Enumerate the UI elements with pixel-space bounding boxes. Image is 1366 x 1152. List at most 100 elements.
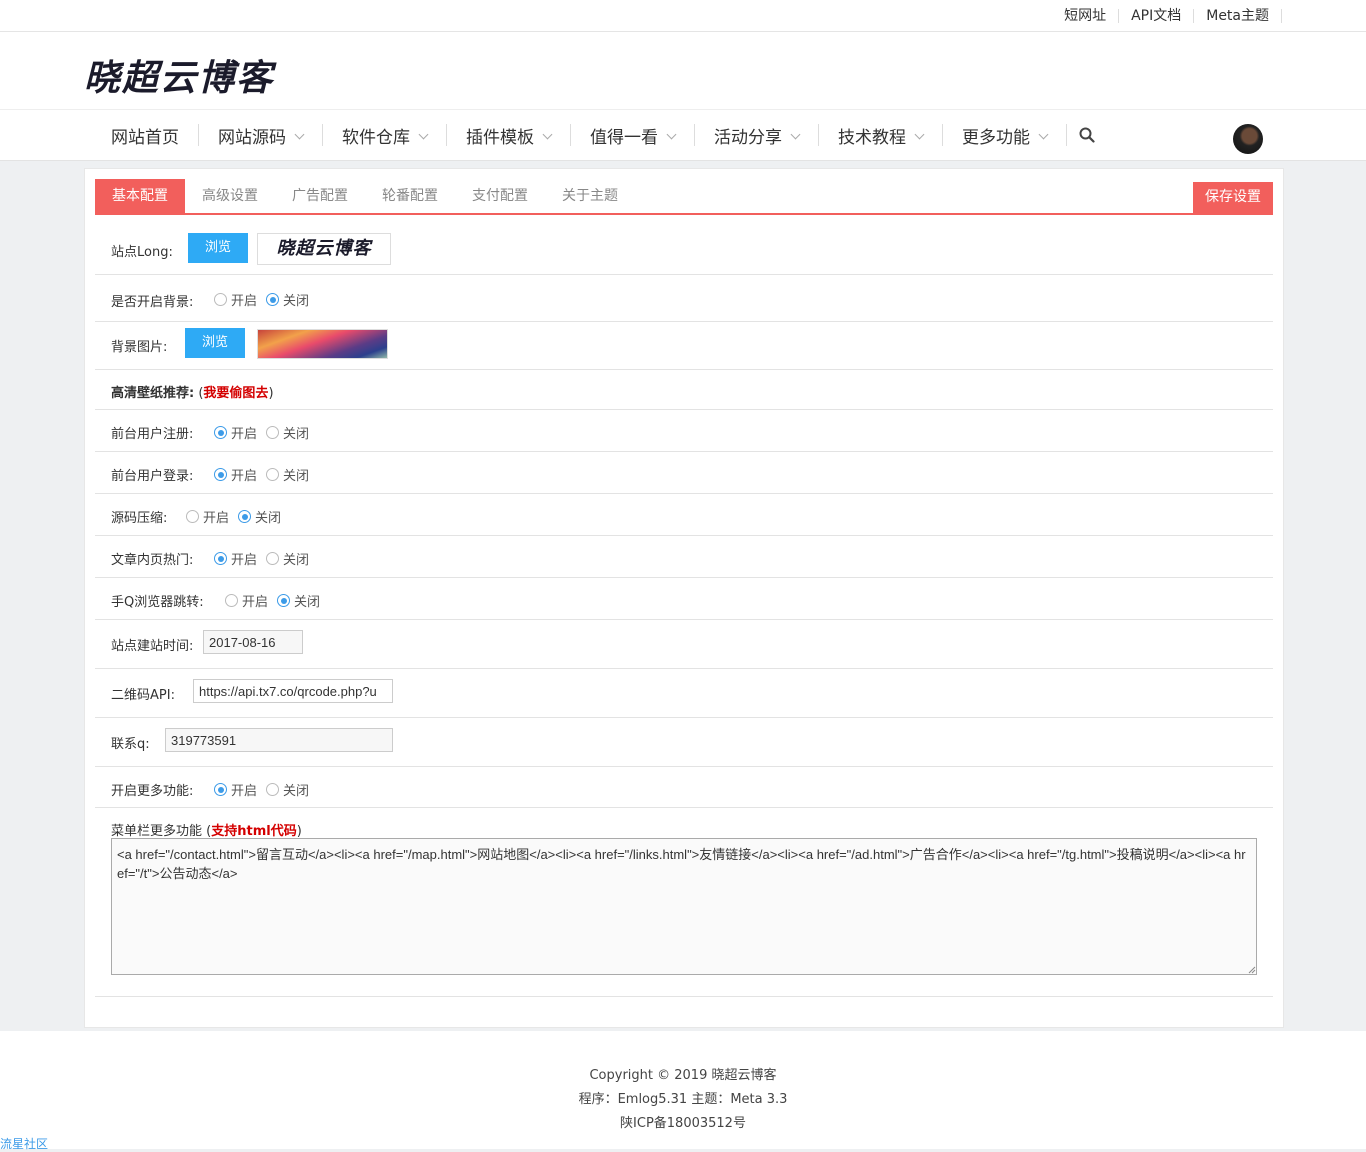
- more-features-off-option[interactable]: 关闭: [266, 780, 309, 799]
- logo-label: 站点Long:: [111, 245, 173, 260]
- option-label: 开启: [231, 784, 258, 799]
- logo-preview-image: 晓超云博客: [257, 233, 391, 265]
- qr-api-label: 二维码API:: [111, 688, 175, 703]
- option-label: 开启: [242, 595, 269, 610]
- login-off-option[interactable]: 关闭: [266, 465, 309, 484]
- bg-enable-on-option[interactable]: 开启: [214, 290, 257, 309]
- logo-row: 站点Long: 浏览 晓超云博客: [95, 215, 1273, 275]
- wallpaper-link[interactable]: 我要偷图去: [203, 386, 268, 401]
- top-link-short-url[interactable]: 短网址: [1052, 8, 1120, 23]
- html-support-note: 支持html代码: [211, 824, 297, 839]
- logo-browse-button[interactable]: 浏览: [188, 233, 248, 263]
- settings-tabs: 基本配置 高级设置 广告配置 轮番配置 支付配置 关于主题 保存设置: [95, 179, 1273, 215]
- nav-item-plugins[interactable]: 插件模板: [447, 124, 571, 148]
- radio-icon: [214, 468, 227, 481]
- tab-carousel[interactable]: 轮番配置: [365, 179, 455, 213]
- option-label: 开启: [203, 511, 230, 526]
- more-features-row: 开启更多功能: 开启 关闭: [95, 767, 1273, 808]
- bg-preview-image: [257, 329, 388, 359]
- contact-row: 联系q: 319773591: [95, 718, 1273, 767]
- nav-item-label: 网站首页: [111, 127, 179, 148]
- register-off-option[interactable]: 关闭: [266, 423, 309, 442]
- option-label: 开启: [231, 294, 258, 309]
- founding-date-label: 站点建站时间:: [111, 639, 194, 654]
- radio-icon: [266, 426, 279, 439]
- radio-icon: [214, 783, 227, 796]
- footer-program: 程序：Emlog5.31 主题：Meta 3.3: [578, 1092, 788, 1107]
- user-avatar[interactable]: [1233, 124, 1263, 154]
- option-label: 开启: [231, 553, 258, 568]
- radio-icon: [238, 510, 251, 523]
- tab-payment[interactable]: 支付配置: [455, 179, 545, 213]
- contact-input[interactable]: 319773591: [165, 728, 393, 752]
- hot-on-option[interactable]: 开启: [214, 549, 257, 568]
- resize-handle-icon[interactable]: [1248, 966, 1256, 974]
- nav-item-label: 网站源码: [218, 127, 286, 148]
- login-row: 前台用户登录: 开启 关闭: [95, 452, 1273, 494]
- qr-api-input[interactable]: https://api.tx7.co/qrcode.php?u: [193, 679, 393, 703]
- chevron-down-icon: [1038, 129, 1049, 139]
- compress-label: 源码压缩:: [111, 511, 168, 526]
- tab-ads[interactable]: 广告配置: [275, 179, 365, 213]
- nav-item-worth[interactable]: 值得一看: [571, 124, 695, 148]
- compress-row: 源码压缩: 开启 关闭: [95, 494, 1273, 536]
- radio-icon: [214, 293, 227, 306]
- nav-item-source[interactable]: 网站源码: [199, 124, 323, 148]
- qq-redirect-off-option[interactable]: 关闭: [277, 591, 320, 610]
- bg-enable-off-option[interactable]: 关闭: [266, 290, 309, 309]
- top-link-meta-theme[interactable]: Meta主题: [1194, 8, 1282, 23]
- nav-item-tutorials[interactable]: 技术教程: [819, 124, 943, 148]
- footer-icp[interactable]: 陕ICP备18003512号: [0, 1112, 1366, 1131]
- contact-label: 联系q:: [111, 737, 150, 752]
- option-label: 关闭: [255, 511, 282, 526]
- tab-basic[interactable]: 基本配置: [95, 179, 185, 213]
- compress-off-option[interactable]: 关闭: [238, 507, 281, 526]
- main-nav: 网站首页 网站源码 软件仓库 插件模板 值得一看 活动分享 技术教程 更多功能: [92, 110, 1107, 160]
- top-links: 短网址 API文档 Meta主题: [1052, 0, 1282, 31]
- radio-icon: [214, 426, 227, 439]
- search-icon: [1079, 127, 1095, 143]
- radio-icon: [266, 783, 279, 796]
- option-label: 开启: [231, 469, 258, 484]
- top-utility-bar: 短网址 API文档 Meta主题: [0, 0, 1366, 32]
- nav-item-home[interactable]: 网站首页: [92, 124, 199, 148]
- register-on-option[interactable]: 开启: [214, 423, 257, 442]
- main-navbar: 网站首页 网站源码 软件仓库 插件模板 值得一看 活动分享 技术教程 更多功能: [0, 110, 1366, 161]
- option-label: 关闭: [283, 784, 310, 799]
- nav-item-activity[interactable]: 活动分享: [695, 124, 819, 148]
- save-settings-button[interactable]: 保存设置: [1193, 182, 1273, 213]
- login-on-option[interactable]: 开启: [214, 465, 257, 484]
- radio-icon: [266, 552, 279, 565]
- chevron-down-icon: [914, 129, 925, 139]
- bg-browse-button[interactable]: 浏览: [185, 328, 245, 358]
- qq-redirect-on-option[interactable]: 开启: [225, 591, 268, 610]
- wallpaper-label-text: 高清壁纸推荐:: [111, 386, 195, 401]
- community-badge[interactable]: 流星社区: [0, 1135, 48, 1152]
- menu-more-textarea[interactable]: <a href="/contact.html">留言互动</a><li><a h…: [111, 838, 1257, 975]
- tab-about[interactable]: 关于主题: [545, 179, 635, 213]
- chevron-down-icon: [418, 129, 429, 139]
- hot-off-option[interactable]: 关闭: [266, 549, 309, 568]
- option-label: 关闭: [294, 595, 321, 610]
- compress-on-option[interactable]: 开启: [186, 507, 229, 526]
- option-label: 关闭: [283, 427, 310, 442]
- nav-item-label: 软件仓库: [342, 127, 410, 148]
- qr-api-row: 二维码API: https://api.tx7.co/qrcode.php?u: [95, 669, 1273, 718]
- settings-panel: 基本配置 高级设置 广告配置 轮番配置 支付配置 关于主题 保存设置 站点Lon…: [84, 168, 1284, 1028]
- nav-item-label: 活动分享: [714, 127, 782, 148]
- nav-item-more[interactable]: 更多功能: [943, 124, 1067, 148]
- tab-advanced[interactable]: 高级设置: [185, 179, 275, 213]
- menu-more-label-text: 菜单栏更多功能 (: [111, 824, 212, 839]
- more-features-on-option[interactable]: 开启: [214, 780, 257, 799]
- site-logo[interactable]: 晓超云博客: [84, 49, 274, 101]
- search-button[interactable]: [1067, 127, 1107, 143]
- paren-close: ): [268, 386, 274, 401]
- login-label: 前台用户登录:: [111, 469, 194, 484]
- bg-enable-label: 是否开启背景:: [111, 295, 194, 310]
- more-features-label: 开启更多功能:: [111, 784, 194, 799]
- footer: Copyright © 2019 晓超云博客 程序：Emlog5.31 主题：M…: [0, 1031, 1366, 1149]
- register-label: 前台用户注册:: [111, 427, 194, 442]
- founding-date-input[interactable]: 2017-08-16: [203, 630, 303, 654]
- nav-item-software[interactable]: 软件仓库: [323, 124, 447, 148]
- top-link-api-docs[interactable]: API文档: [1119, 8, 1195, 23]
